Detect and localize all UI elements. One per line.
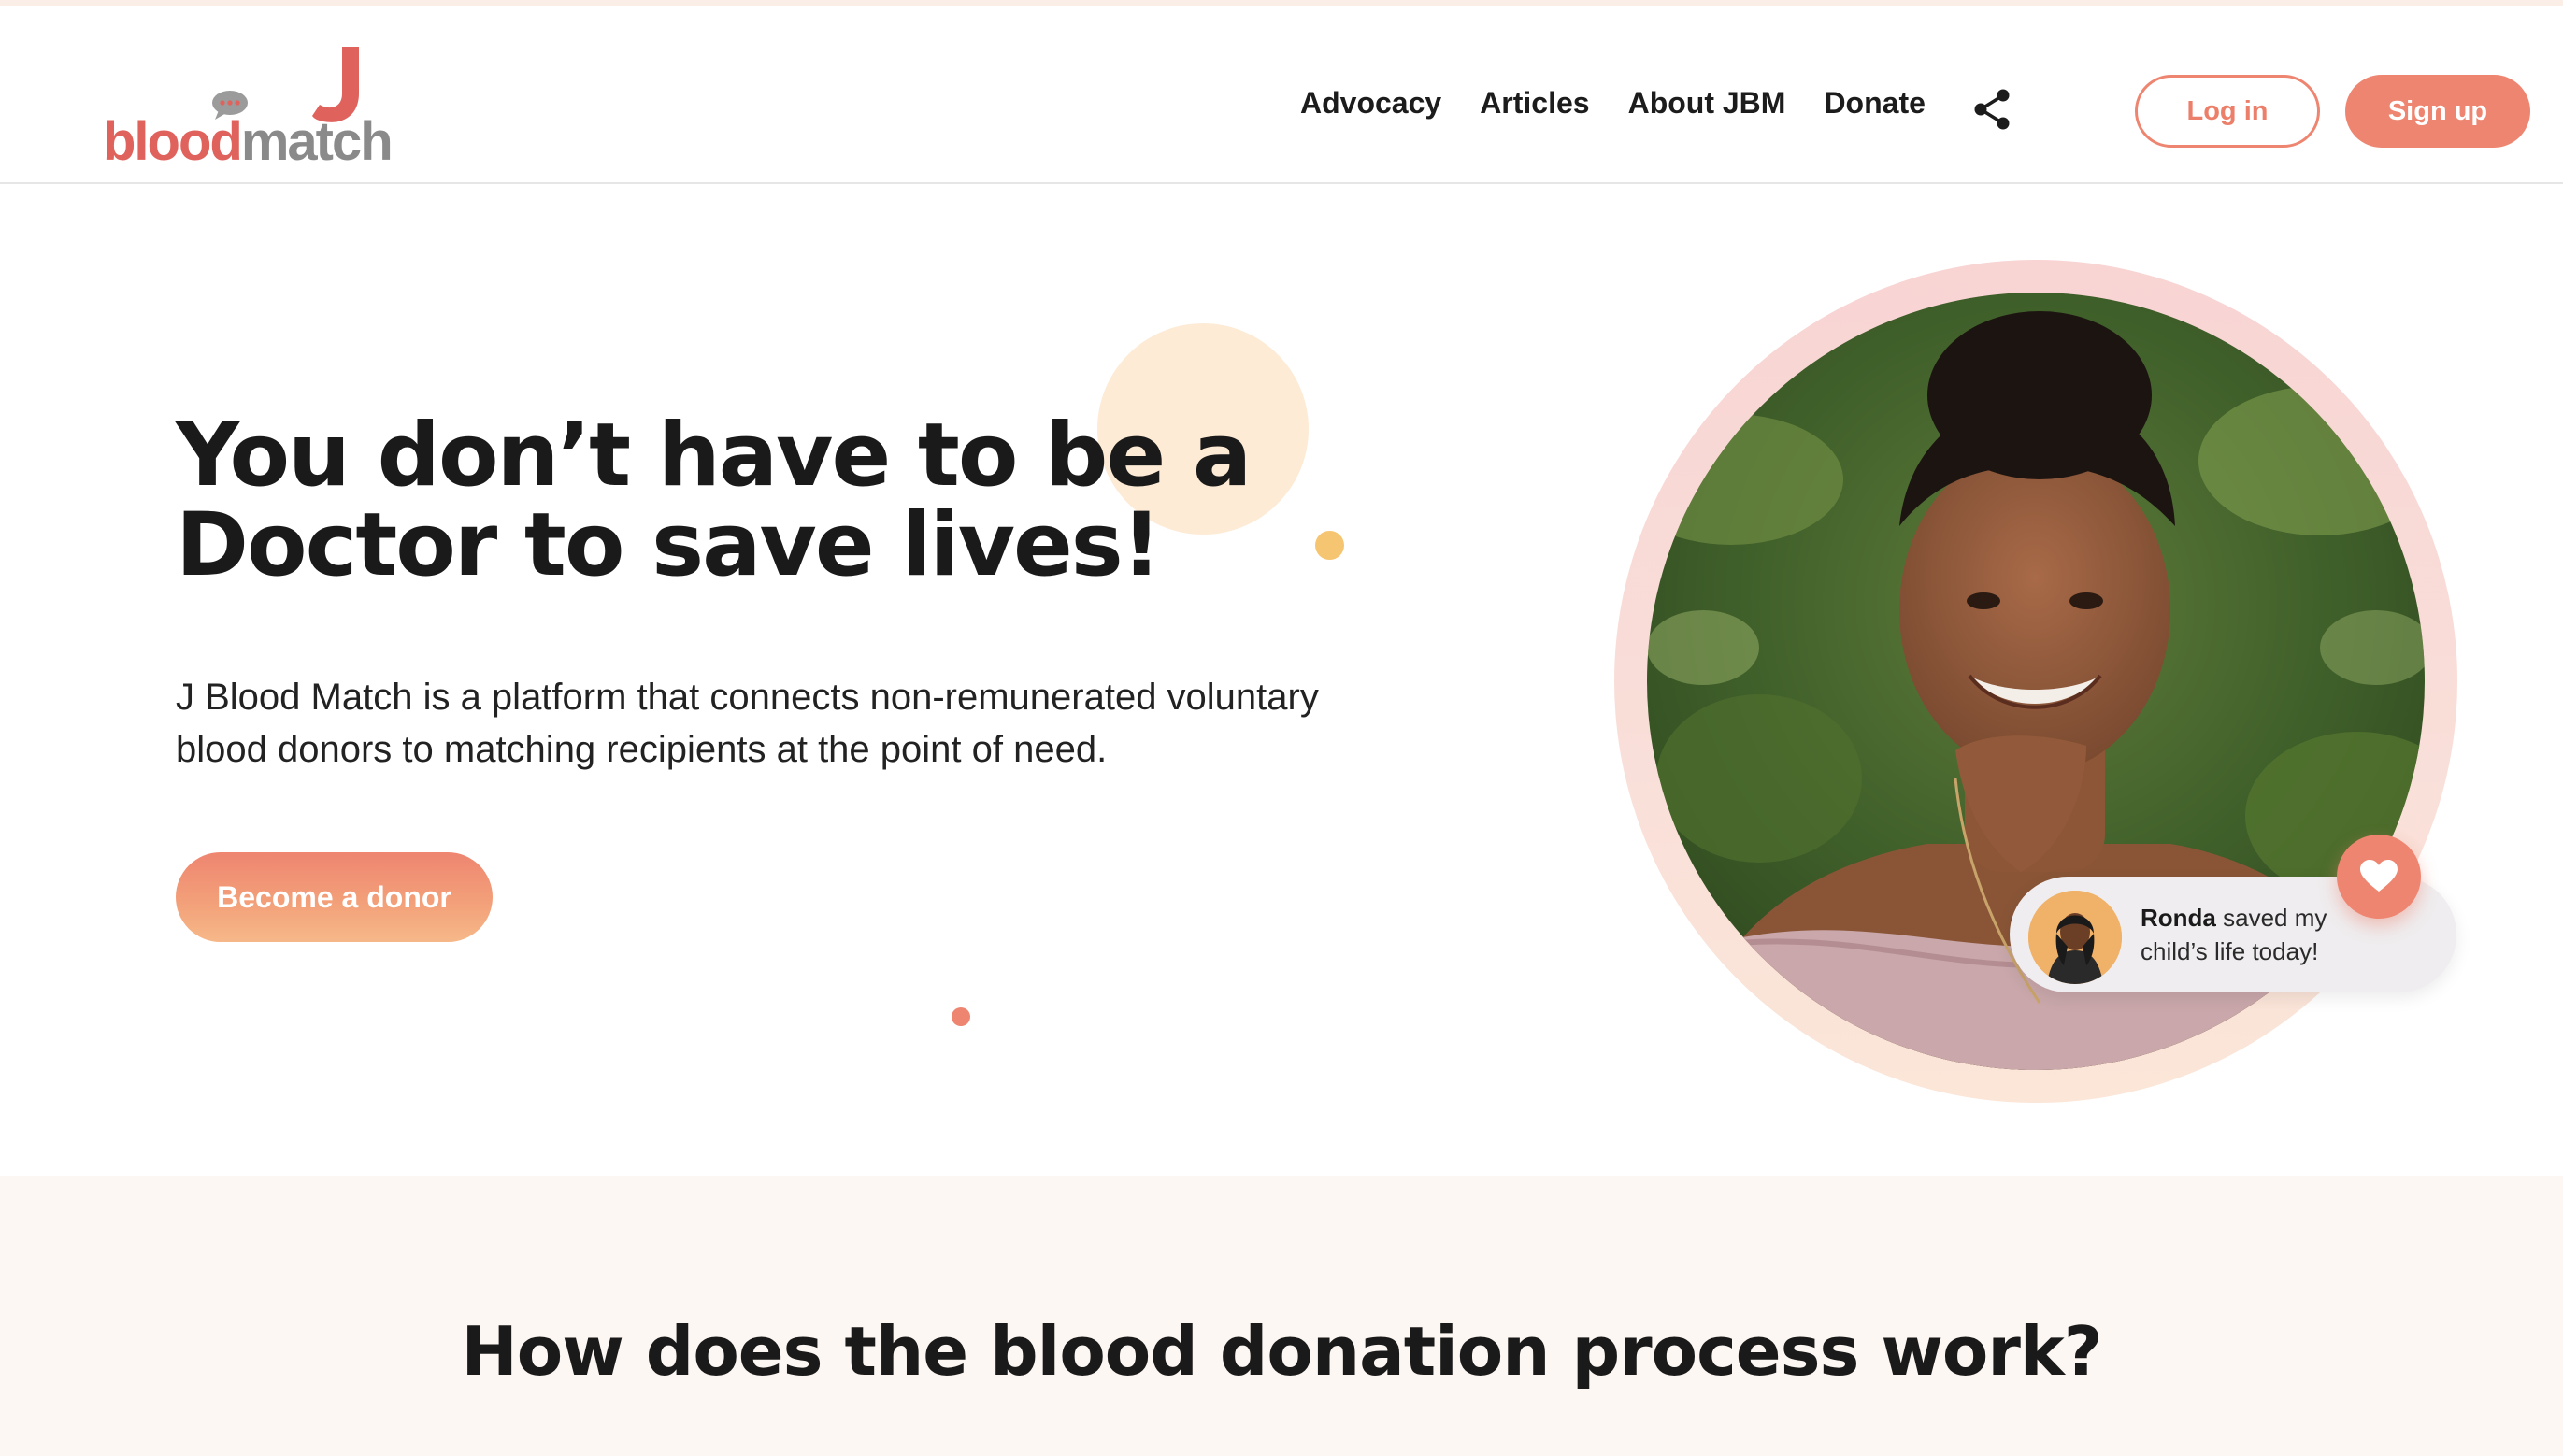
hero-description: J Blood Match is a platform that connect… [176, 671, 1484, 776]
nav-item-articles[interactable]: Articles [1480, 86, 1589, 121]
process-section: How does the blood donation process work… [0, 1176, 2563, 1456]
signup-button[interactable]: Sign up [2345, 75, 2530, 148]
process-title: How does the blood donation process work… [461, 1312, 2102, 1391]
nav-item-donate[interactable]: Donate [1824, 86, 1925, 121]
nav-item-about[interactable]: About JBM [1628, 86, 1786, 121]
share-icon[interactable] [1972, 88, 2012, 131]
bloodmatch-logo[interactable]: bloodmatch [103, 47, 394, 174]
hero-title-line-2: Doctor to save lives! [176, 494, 1162, 596]
main-nav: Advocacy Articles About JBM Donate [1300, 86, 1964, 121]
logo-word-match: match [240, 111, 394, 172]
nav-item-advocacy[interactable]: Advocacy [1300, 86, 1441, 121]
hero-description-line-2: blood donors to matching recipients at t… [176, 729, 1108, 770]
logo-wordmark: bloodmatch [103, 111, 394, 172]
testimonial-avatar [2028, 891, 2122, 984]
testimonial-avatar-illustration [2028, 891, 2122, 984]
site-header: bloodmatch Advocacy Articles About JBM D… [0, 6, 2563, 184]
logo-word-blood: blood [103, 111, 243, 172]
decorative-dot-red [952, 1007, 970, 1026]
decorative-dot-yellow [1315, 531, 1344, 560]
heart-icon [2360, 860, 2398, 892]
login-button[interactable]: Log in [2135, 75, 2320, 148]
become-donor-button[interactable]: Become a donor [176, 852, 493, 942]
heart-badge [2337, 835, 2421, 919]
testimonial-text-line-2: child’s life today! [2141, 937, 2319, 965]
testimonial-text-line-1: saved my [2215, 904, 2327, 932]
testimonial-name: Ronda [2141, 904, 2216, 932]
hero-title: You don’t have to be a Doctor to save li… [176, 411, 1297, 591]
hero-description-line-1: J Blood Match is a platform that connect… [176, 677, 1319, 718]
hero-title-line-1: You don’t have to be a [176, 405, 1252, 507]
